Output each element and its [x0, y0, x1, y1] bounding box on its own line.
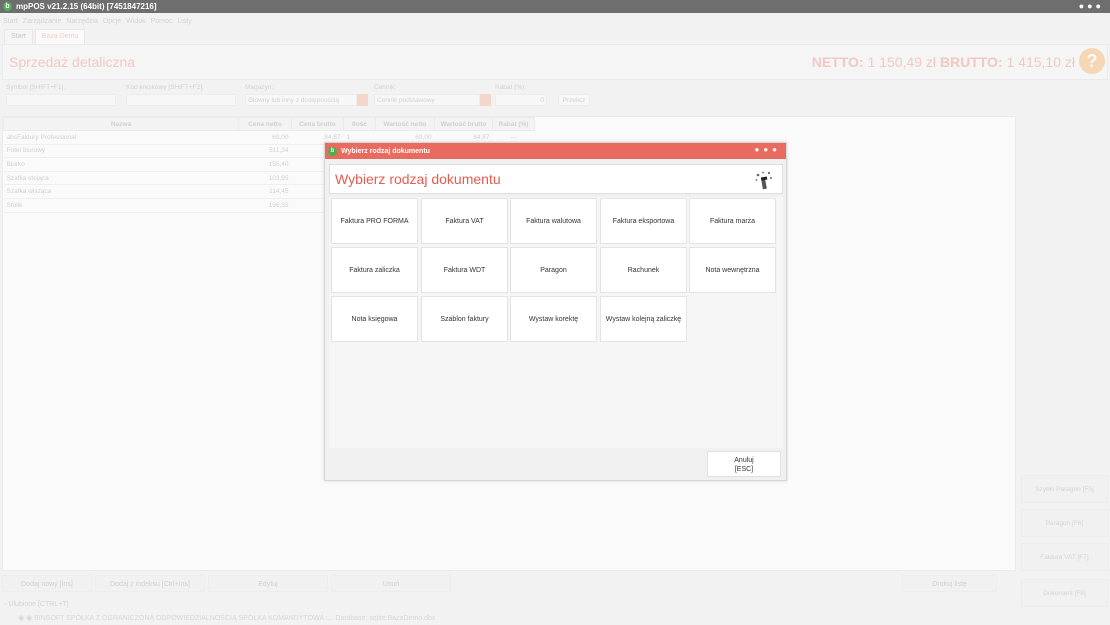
wdt-invoice-button[interactable]: Faktura WDT [421, 247, 508, 293]
app-title-bar: b mpPOS v21.2.15 (64bit) [7451847216] ●●… [0, 0, 1110, 13]
issue-next-advance-button[interactable]: Wystaw kolejną zaliczkę [600, 296, 687, 342]
cancel-shortcut: [ESC] [734, 466, 754, 473]
issue-correction-button[interactable]: Wystaw korektę [510, 296, 597, 342]
export-invoice-button[interactable]: Faktura eksportowa [600, 198, 687, 244]
window-menu-dots-icon[interactable]: ●●● [1079, 1, 1104, 11]
bill-button[interactable]: Rachunek [600, 247, 687, 293]
cancel-button[interactable]: Anuluj [ESC] [707, 451, 781, 477]
document-type-dialog: b Wybierz rodzaj dokumentu ●●● Wybierz r… [324, 142, 787, 481]
dialog-logo-icon: b [328, 146, 337, 156]
internal-note-button[interactable]: Nota wewnętrzna [689, 247, 776, 293]
document-type-grid: Faktura PRO FORMA Faktura VAT Faktura wa… [329, 197, 783, 448]
invoice-template-button[interactable]: Szablon faktury [421, 296, 508, 342]
proforma-invoice-button[interactable]: Faktura PRO FORMA [331, 198, 418, 244]
dialog-menu-dots-icon[interactable]: ●●● [755, 145, 782, 154]
dialog-window-title: Wybierz rodzaj dokumentu [341, 147, 430, 155]
currency-invoice-button[interactable]: Faktura walutowa [510, 198, 597, 244]
magic-wand-icon [755, 171, 772, 190]
dialog-footer: Anuluj [ESC] [325, 451, 786, 481]
vat-invoice-button[interactable]: Faktura VAT [421, 198, 508, 244]
dialog-header-title: Wybierz rodzaj dokumentu [335, 171, 501, 187]
advance-invoice-button[interactable]: Faktura zaliczka [331, 247, 418, 293]
cancel-label: Anuluj [734, 457, 754, 464]
margin-invoice-button[interactable]: Faktura marża [689, 198, 776, 244]
accounting-note-button[interactable]: Nota księgowa [331, 296, 418, 342]
receipt-button[interactable]: Paragon [510, 247, 597, 293]
app-title: mpPOS v21.2.15 (64bit) [7451847216] [16, 2, 157, 11]
app-logo-icon: b [3, 2, 12, 11]
dialog-title-bar: b Wybierz rodzaj dokumentu ●●● [325, 143, 786, 159]
dialog-header: Wybierz rodzaj dokumentu [329, 164, 783, 194]
